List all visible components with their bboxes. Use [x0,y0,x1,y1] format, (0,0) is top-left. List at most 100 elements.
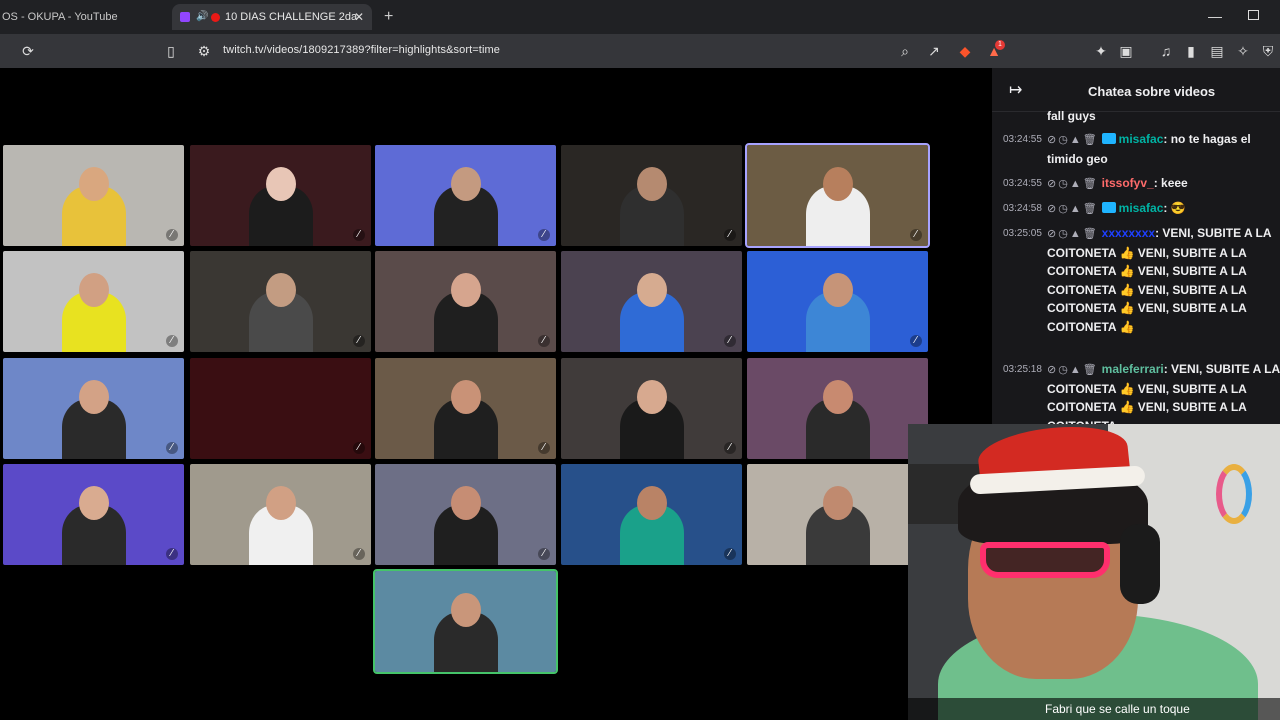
muted-mic-icon: ⁄ [353,442,365,454]
muted-mic-icon: ⁄ [353,335,365,347]
participant-head [450,380,481,414]
participant-tile[interactable]: ⁄ [561,464,742,565]
muted-mic-icon: ⁄ [166,335,178,347]
participant-tile[interactable]: ⁄ [747,358,928,459]
participant-tile[interactable]: ⁄ [561,251,742,352]
participant-tile[interactable]: ⁄ [190,464,371,565]
participant-head [822,380,853,414]
participant-tile[interactable]: ⁄ [561,145,742,246]
twitch-icon [180,12,190,22]
mod-actions-icon[interactable]: ⊘◷▲🗑 [1047,364,1099,376]
muted-mic-icon: ⁄ [166,548,178,560]
reload-icon[interactable]: ⟳ [20,43,36,59]
muted-mic-icon: ⁄ [538,335,550,347]
chat-timestamp: 03:25:18 [1003,364,1042,375]
participant-tile[interactable]: ⁄ [190,358,371,459]
chat-username[interactable]: misafac [1119,132,1164,146]
tab-twitch[interactable]: 🔊 10 DIAS CHALLENGE 2da ✕ [172,4,372,30]
participant-head [636,273,667,307]
participant-tile[interactable]: ⁄ [375,358,556,459]
participant-head [78,167,109,201]
muted-mic-icon: ⁄ [724,548,736,560]
chat-username[interactable]: maleferrari [1102,362,1164,376]
participant-tile[interactable]: ⁄ [3,358,184,459]
participant-head [78,486,109,520]
chat-timestamp: 03:24:55 [1003,178,1042,189]
participant-tile[interactable]: ⁄ [190,251,371,352]
participant-tile[interactable]: ⁄ [375,464,556,565]
participant-tile[interactable] [373,569,558,674]
participant-head [450,593,481,627]
bookmark-icon[interactable]: ▯ [163,43,179,59]
participant-tile[interactable]: ⁄ [3,251,184,352]
chat-header: ↦ Chatea sobre videos [992,68,1280,112]
mod-actions-icon[interactable]: ⊘◷▲🗑 [1047,178,1099,190]
sidebar-icon[interactable]: ▮ [1183,43,1199,59]
muted-mic-icon: ⁄ [538,548,550,560]
participant-tile[interactable]: ⁄ [747,464,928,565]
participant-tile[interactable]: ⁄ [3,464,184,565]
chat-message: 03:25:18 ⊘◷▲🗑 maleferrari: VENI, SUBITE A… [992,360,1280,424]
participant-head [636,167,667,201]
wallet-icon[interactable]: ▤ [1209,43,1225,59]
participant-tile[interactable]: ⁄ [561,358,742,459]
participant-tile[interactable]: ⁄ [745,143,930,248]
site-settings-icon[interactable]: ⚙ [196,43,212,59]
speaker-icon[interactable]: 🔊 [196,12,208,22]
participant-head [822,486,853,520]
streamer-webcam: Fabri que se calle un toque [908,424,1280,720]
participant-tile[interactable]: ⁄ [3,145,184,246]
participant-head [636,486,667,520]
chat-timestamp: 03:24:55 [1003,134,1042,145]
chat-username[interactable]: xxxxxxxx [1102,226,1155,240]
tab-youtube-title: OS - OKUPA - YouTube [2,11,118,23]
participant-tile[interactable]: ⁄ [375,145,556,246]
participant-tile[interactable]: ⁄ [747,251,928,352]
participant-head [78,273,109,307]
music-icon[interactable]: ♫ [1158,43,1174,59]
participant-head [636,380,667,414]
screen: OS - OKUPA - YouTube 🔊 10 DIAS CHALLENGE… [0,0,1280,720]
address-bar[interactable]: twitch.tv/videos/1809217389?filter=highl… [223,44,500,56]
maximize-icon[interactable] [1248,10,1259,20]
participant-head [265,486,296,520]
muted-mic-icon: ⁄ [724,335,736,347]
minimize-icon[interactable]: — [1208,8,1222,24]
brave-shield-icon[interactable]: ◆ [957,43,973,59]
participant-head [450,273,481,307]
participant-tile[interactable]: ⁄ [190,145,371,246]
share-icon[interactable]: ↗ [926,43,942,59]
close-tab-icon[interactable]: ✕ [354,10,364,24]
headphones [1120,524,1160,604]
muted-mic-icon: ⁄ [910,229,922,241]
participant-head [78,380,109,414]
mod-actions-icon[interactable]: ⊘◷▲🗑 [1047,134,1099,146]
vpn-icon[interactable]: ⛨ [1260,43,1276,59]
chat-username[interactable]: misafac [1119,201,1164,215]
tab-youtube[interactable]: OS - OKUPA - YouTube [0,4,165,30]
live-dot-icon [211,12,220,22]
chat-message-text: fall guys [1047,109,1096,123]
participant-head [822,273,853,307]
chat-username[interactable]: itssofyv_ [1102,176,1154,190]
mod-actions-icon[interactable]: ⊘◷▲🗑 [1047,228,1099,240]
collapse-chat-icon[interactable]: ↦ [1009,80,1022,100]
zoom-icon[interactable]: ⌕ [897,43,913,59]
rewards-badge: 1 [995,40,1005,50]
muted-mic-icon: ⁄ [166,229,178,241]
chat-message-text: keee [1157,176,1188,190]
chat-timestamp: 03:25:05 [1003,228,1042,239]
extensions-icon[interactable]: ✦ [1093,43,1109,59]
new-tab-icon[interactable]: + [384,8,393,26]
screenshot-icon[interactable]: ▣ [1118,43,1134,59]
leo-icon[interactable]: ✧ [1235,43,1251,59]
prime-badge-icon [1101,133,1116,144]
chat-timestamp: 03:24:58 [1003,203,1042,214]
muted-mic-icon: ⁄ [353,229,365,241]
muted-mic-icon: ⁄ [353,548,365,560]
participant-tile[interactable]: ⁄ [375,251,556,352]
video-player[interactable]: ⁄⁄⁄⁄⁄⁄⁄⁄⁄⁄⁄⁄⁄⁄⁄⁄⁄⁄⁄⁄ [0,68,992,720]
participant-head [265,273,296,307]
mod-actions-icon[interactable]: ⊘◷▲🗑 [1047,203,1099,215]
chat-title: Chatea sobre videos [1088,84,1216,99]
